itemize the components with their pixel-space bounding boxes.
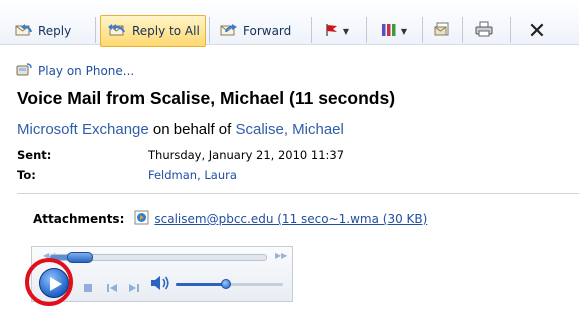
- previous-icon: [107, 284, 117, 292]
- forward-button[interactable]: Forward: [213, 15, 309, 47]
- sent-value: Thursday, January 21, 2010 11:37: [148, 148, 345, 162]
- toolbar-separator: [510, 17, 511, 43]
- toolbar-separator: [366, 17, 367, 43]
- close-button[interactable]: ✕: [520, 15, 554, 47]
- reply-icon: [15, 23, 33, 40]
- flag-button[interactable]: ▼: [313, 15, 361, 47]
- message-toolbar: Reply Reply to All Forward ▼ ▼ ✕: [0, 0, 579, 47]
- print-button[interactable]: [468, 15, 500, 47]
- toolbar-separator: [209, 17, 210, 43]
- close-icon: ✕: [527, 18, 547, 44]
- mute-button[interactable]: [150, 275, 170, 295]
- seek-bar[interactable]: [49, 252, 267, 263]
- volume-level: [176, 283, 227, 286]
- categorize-icon: [381, 22, 397, 41]
- forward-label: Forward: [243, 24, 292, 38]
- sender-link[interactable]: Microsoft Exchange: [17, 121, 149, 138]
- stop-button[interactable]: [83, 278, 93, 297]
- move-to-folder-button[interactable]: [426, 15, 458, 47]
- move-to-folder-icon: [434, 21, 450, 41]
- to-label: To:: [17, 168, 36, 182]
- speaker-icon: [151, 276, 169, 290]
- toolbar-separator: [462, 17, 463, 43]
- reply-all-label: Reply to All: [132, 24, 200, 38]
- print-icon: [475, 21, 493, 41]
- toolbar-separator: [311, 17, 312, 43]
- volume-slider[interactable]: [176, 279, 283, 289]
- fast-forward-icon[interactable]: ▶▶: [275, 251, 287, 260]
- chevron-down-icon: ▼: [400, 26, 408, 36]
- previous-button[interactable]: [106, 278, 118, 297]
- sent-label: Sent:: [17, 148, 52, 162]
- highlight-circle: [25, 258, 73, 306]
- next-button[interactable]: [128, 278, 140, 297]
- reply-button[interactable]: Reply: [11, 15, 93, 47]
- play-on-phone-link[interactable]: Play on Phone...: [16, 63, 134, 79]
- attachments-row: Attachments: scalisem@pbcc.edu (11 seco~…: [33, 210, 427, 228]
- stop-icon: [84, 284, 92, 292]
- attachment-link[interactable]: scalisem@pbcc.edu (11 seco~1.wma (30 KB): [154, 212, 427, 226]
- reply-all-icon: [107, 23, 127, 40]
- to-recipient-link[interactable]: Feldman, Laura: [148, 168, 237, 182]
- toolbar-separator: [422, 17, 423, 43]
- seek-thumb[interactable]: [67, 252, 94, 263]
- reply-all-button[interactable]: Reply to All: [100, 15, 206, 47]
- from-line: Microsoft Exchange on behalf of Scalise,…: [17, 121, 344, 138]
- delegate-link[interactable]: Scalise, Michael: [235, 121, 343, 138]
- attachments-label: Attachments:: [33, 212, 125, 226]
- categorize-button[interactable]: ▼: [370, 15, 418, 47]
- header-divider: [17, 193, 579, 194]
- forward-icon: [220, 23, 238, 40]
- flag-icon: [325, 22, 339, 41]
- phone-icon: [16, 63, 32, 79]
- media-file-icon: [134, 210, 149, 228]
- chevron-down-icon: ▼: [342, 26, 350, 36]
- on-behalf-text: on behalf of: [148, 121, 236, 138]
- message-subject: Voice Mail from Scalise, Michael (11 sec…: [17, 88, 396, 108]
- play-on-phone-label: Play on Phone...: [38, 64, 135, 78]
- toolbar-separator: [95, 17, 96, 43]
- reply-label: Reply: [38, 24, 72, 38]
- next-icon: [129, 284, 139, 292]
